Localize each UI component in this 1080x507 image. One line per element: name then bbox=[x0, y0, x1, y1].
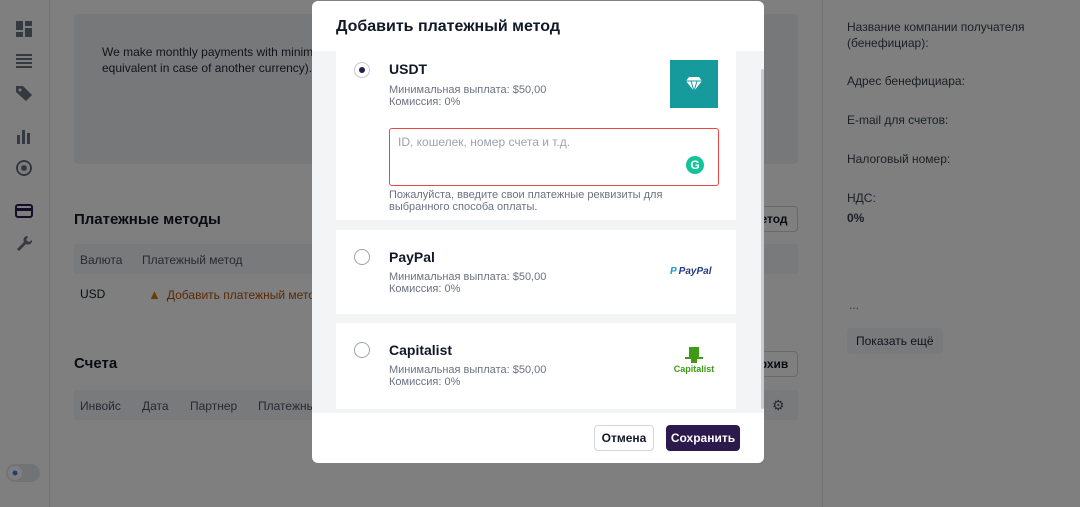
cancel-button[interactable]: Отмена bbox=[594, 425, 654, 451]
radio-usdt[interactable] bbox=[354, 62, 370, 78]
capitalist-logo: Capitalist bbox=[674, 347, 714, 374]
save-button[interactable]: Сохранить bbox=[666, 425, 740, 451]
top-hat-icon bbox=[685, 347, 703, 363]
diamond-icon bbox=[686, 77, 702, 91]
method-card-paypal[interactable]: PayPal Минимальная выплата: $50,00 Комис… bbox=[336, 230, 736, 314]
payment-methods-list: USDT Минимальная выплата: $50,00 Комисси… bbox=[312, 51, 764, 413]
grammarly-icon[interactable]: G bbox=[686, 156, 704, 174]
radio-capitalist[interactable] bbox=[354, 342, 370, 358]
modal-scrollbar[interactable] bbox=[761, 69, 764, 409]
radio-paypal[interactable] bbox=[354, 249, 370, 265]
min-payout: Минимальная выплата: $50,00 bbox=[389, 84, 547, 96]
method-name: Capitalist bbox=[389, 342, 453, 358]
min-payout: Минимальная выплата: $50,00 bbox=[389, 271, 547, 283]
usdt-logo bbox=[670, 60, 718, 108]
method-name: PayPal bbox=[389, 249, 435, 265]
commission: Комиссия: 0% bbox=[389, 283, 461, 295]
method-card-usdt[interactable]: USDT Минимальная выплата: $50,00 Комисси… bbox=[336, 51, 736, 220]
paypal-logo: P PayPal bbox=[670, 266, 711, 277]
method-card-capitalist[interactable]: Capitalist Минимальная выплата: $50,00 К… bbox=[336, 323, 736, 409]
method-name: USDT bbox=[389, 61, 428, 77]
payment-details-input[interactable] bbox=[398, 135, 678, 149]
payment-details-hint: Пожалуйста, введите свои платежные рекви… bbox=[389, 189, 663, 213]
commission: Комиссия: 0% bbox=[389, 376, 461, 388]
modal-title: Добавить платежный метод bbox=[336, 18, 561, 35]
payment-details-field[interactable]: G bbox=[389, 128, 719, 186]
add-payment-method-modal: Добавить платежный метод USDT Минимальна… bbox=[312, 1, 764, 463]
commission: Комиссия: 0% bbox=[389, 96, 461, 108]
min-payout: Минимальная выплата: $50,00 bbox=[389, 364, 547, 376]
capitalist-logo-text: Capitalist bbox=[673, 364, 715, 374]
paypal-logo-text: PayPal bbox=[678, 266, 712, 277]
paypal-p-icon: P bbox=[670, 266, 677, 277]
